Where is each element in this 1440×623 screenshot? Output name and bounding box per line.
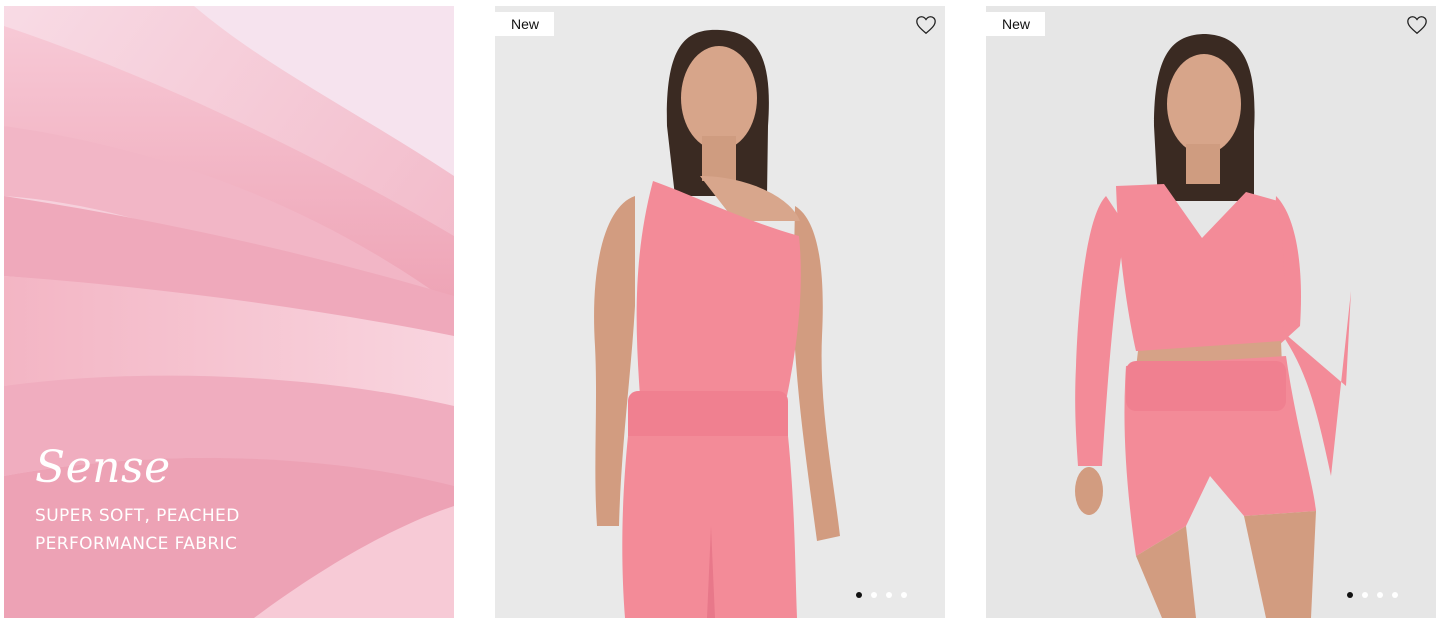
- product-image-1: [495, 6, 945, 618]
- carousel-dot[interactable]: [1347, 592, 1353, 598]
- carousel-dot[interactable]: [1377, 592, 1383, 598]
- wishlist-heart-icon[interactable]: [1406, 14, 1428, 36]
- carousel-dot[interactable]: [886, 592, 892, 598]
- promo-subtitle: SUPER SOFT, PEACHED PERFORMANCE FABRIC: [35, 506, 240, 554]
- carousel-dot[interactable]: [856, 592, 862, 598]
- carousel-dots: [1347, 592, 1398, 598]
- wishlist-heart-icon[interactable]: [915, 14, 937, 36]
- carousel-dot[interactable]: [901, 592, 907, 598]
- product-card-1[interactable]: New: [495, 6, 945, 618]
- promo-title: Sense: [35, 442, 171, 493]
- carousel-dot[interactable]: [1392, 592, 1398, 598]
- product-card-2[interactable]: New: [986, 6, 1436, 618]
- product-image-2: [986, 6, 1436, 618]
- carousel-dot[interactable]: [871, 592, 877, 598]
- new-badge: New: [986, 12, 1046, 36]
- carousel-dots: [856, 592, 907, 598]
- promo-tile[interactable]: Sense SUPER SOFT, PEACHED PERFORMANCE FA…: [4, 6, 454, 618]
- promo-caption: Sense SUPER SOFT, PEACHED PERFORMANCE FA…: [35, 442, 275, 558]
- new-badge: New: [495, 12, 555, 36]
- carousel-dot[interactable]: [1362, 592, 1368, 598]
